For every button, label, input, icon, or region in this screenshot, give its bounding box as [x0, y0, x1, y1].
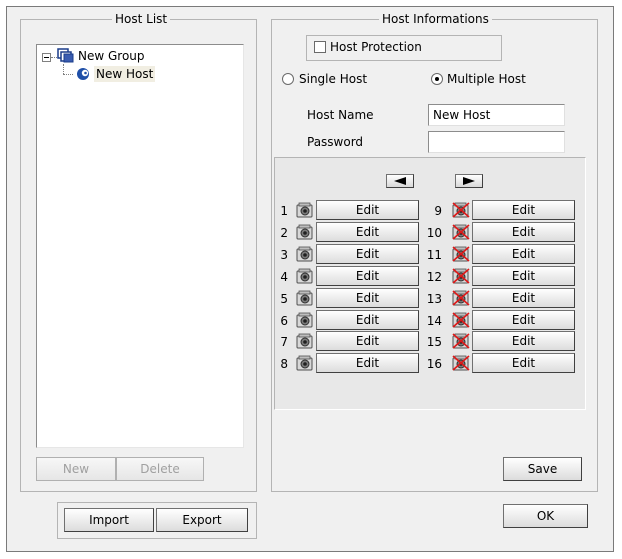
- password-input[interactable]: [428, 131, 565, 153]
- host-node-icon: [75, 66, 91, 82]
- edit-channel-button[interactable]: Edit: [472, 222, 575, 242]
- camera-icon: [296, 202, 314, 218]
- delete-host-button[interactable]: Delete: [116, 457, 204, 481]
- group-node-icon: [57, 48, 75, 64]
- edit-channel-button[interactable]: Edit: [316, 288, 419, 308]
- channel-number: 1: [280, 204, 288, 218]
- tree-connector: [63, 64, 64, 74]
- edit-channel-button[interactable]: Edit: [316, 244, 419, 264]
- channel-number: 9: [434, 204, 442, 218]
- camera-disabled-icon: [452, 333, 470, 349]
- camera-icon: [296, 355, 314, 371]
- multiple-host-radio[interactable]: [431, 73, 443, 85]
- channel-number: 7: [280, 335, 288, 349]
- camera-icon: [296, 333, 314, 349]
- tree-group-label[interactable]: New Group: [78, 48, 145, 64]
- camera-disabled-icon: [452, 202, 470, 218]
- host-name-input[interactable]: [428, 104, 565, 126]
- next-page-button[interactable]: [455, 174, 483, 188]
- tree-host-label[interactable]: New Host: [94, 66, 156, 82]
- arrow-left-icon: [394, 177, 406, 185]
- edit-channel-button[interactable]: Edit: [472, 353, 575, 373]
- edit-channel-button[interactable]: Edit: [316, 222, 419, 242]
- channel-number: 10: [426, 226, 442, 240]
- camera-disabled-icon: [452, 268, 470, 284]
- ok-button[interactable]: OK: [503, 504, 588, 528]
- channel-number: 14: [426, 314, 442, 328]
- edit-channel-button[interactable]: Edit: [472, 244, 575, 264]
- new-host-button[interactable]: New: [36, 457, 116, 481]
- host-tree[interactable]: New Group New Host: [36, 44, 244, 448]
- camera-disabled-icon: [452, 312, 470, 328]
- edit-channel-button[interactable]: Edit: [472, 288, 575, 308]
- camera-disabled-icon: [452, 290, 470, 306]
- host-list-title: Host List: [112, 12, 171, 26]
- edit-channel-button[interactable]: Edit: [472, 200, 575, 220]
- host-name-label: Host Name: [307, 108, 374, 122]
- camera-icon: [296, 246, 314, 262]
- channel-number: 13: [426, 292, 442, 306]
- camera-icon: [296, 312, 314, 328]
- camera-icon: [296, 224, 314, 240]
- save-button[interactable]: Save: [503, 457, 582, 481]
- tree-connector: [63, 74, 73, 75]
- channel-number: 3: [280, 248, 288, 262]
- edit-channel-button[interactable]: Edit: [316, 353, 419, 373]
- password-label: Password: [307, 135, 364, 149]
- single-host-label: Single Host: [299, 72, 368, 86]
- channel-number: 5: [280, 292, 288, 306]
- edit-channel-button[interactable]: Edit: [316, 200, 419, 220]
- channel-number: 6: [280, 314, 288, 328]
- edit-channel-button[interactable]: Edit: [316, 331, 419, 351]
- arrow-right-icon: [463, 177, 475, 185]
- camera-icon: [296, 290, 314, 306]
- edit-channel-button[interactable]: Edit: [472, 331, 575, 351]
- channel-number: 15: [426, 335, 442, 349]
- channel-number: 16: [426, 357, 442, 371]
- camera-icon: [296, 268, 314, 284]
- camera-disabled-icon: [452, 224, 470, 240]
- import-button[interactable]: Import: [64, 508, 154, 532]
- multiple-host-label: Multiple Host: [447, 72, 526, 86]
- channel-number: 11: [426, 248, 442, 262]
- channel-number: 4: [280, 270, 288, 284]
- prev-page-button[interactable]: [386, 174, 414, 188]
- channel-number: 8: [280, 357, 288, 371]
- edit-channel-button[interactable]: Edit: [316, 310, 419, 330]
- export-button[interactable]: Export: [156, 508, 248, 532]
- host-protection-checkbox[interactable]: [314, 41, 326, 53]
- host-protection-label: Host Protection: [330, 40, 422, 54]
- collapse-toggle-icon[interactable]: [42, 53, 51, 62]
- host-info-title: Host Informations: [379, 12, 492, 26]
- edit-channel-button[interactable]: Edit: [472, 266, 575, 286]
- edit-channel-button[interactable]: Edit: [472, 310, 575, 330]
- channel-number: 12: [426, 270, 442, 284]
- camera-disabled-icon: [452, 246, 470, 262]
- edit-channel-button[interactable]: Edit: [316, 266, 419, 286]
- channel-number: 2: [280, 226, 288, 240]
- single-host-radio[interactable]: [282, 73, 294, 85]
- camera-disabled-icon: [452, 355, 470, 371]
